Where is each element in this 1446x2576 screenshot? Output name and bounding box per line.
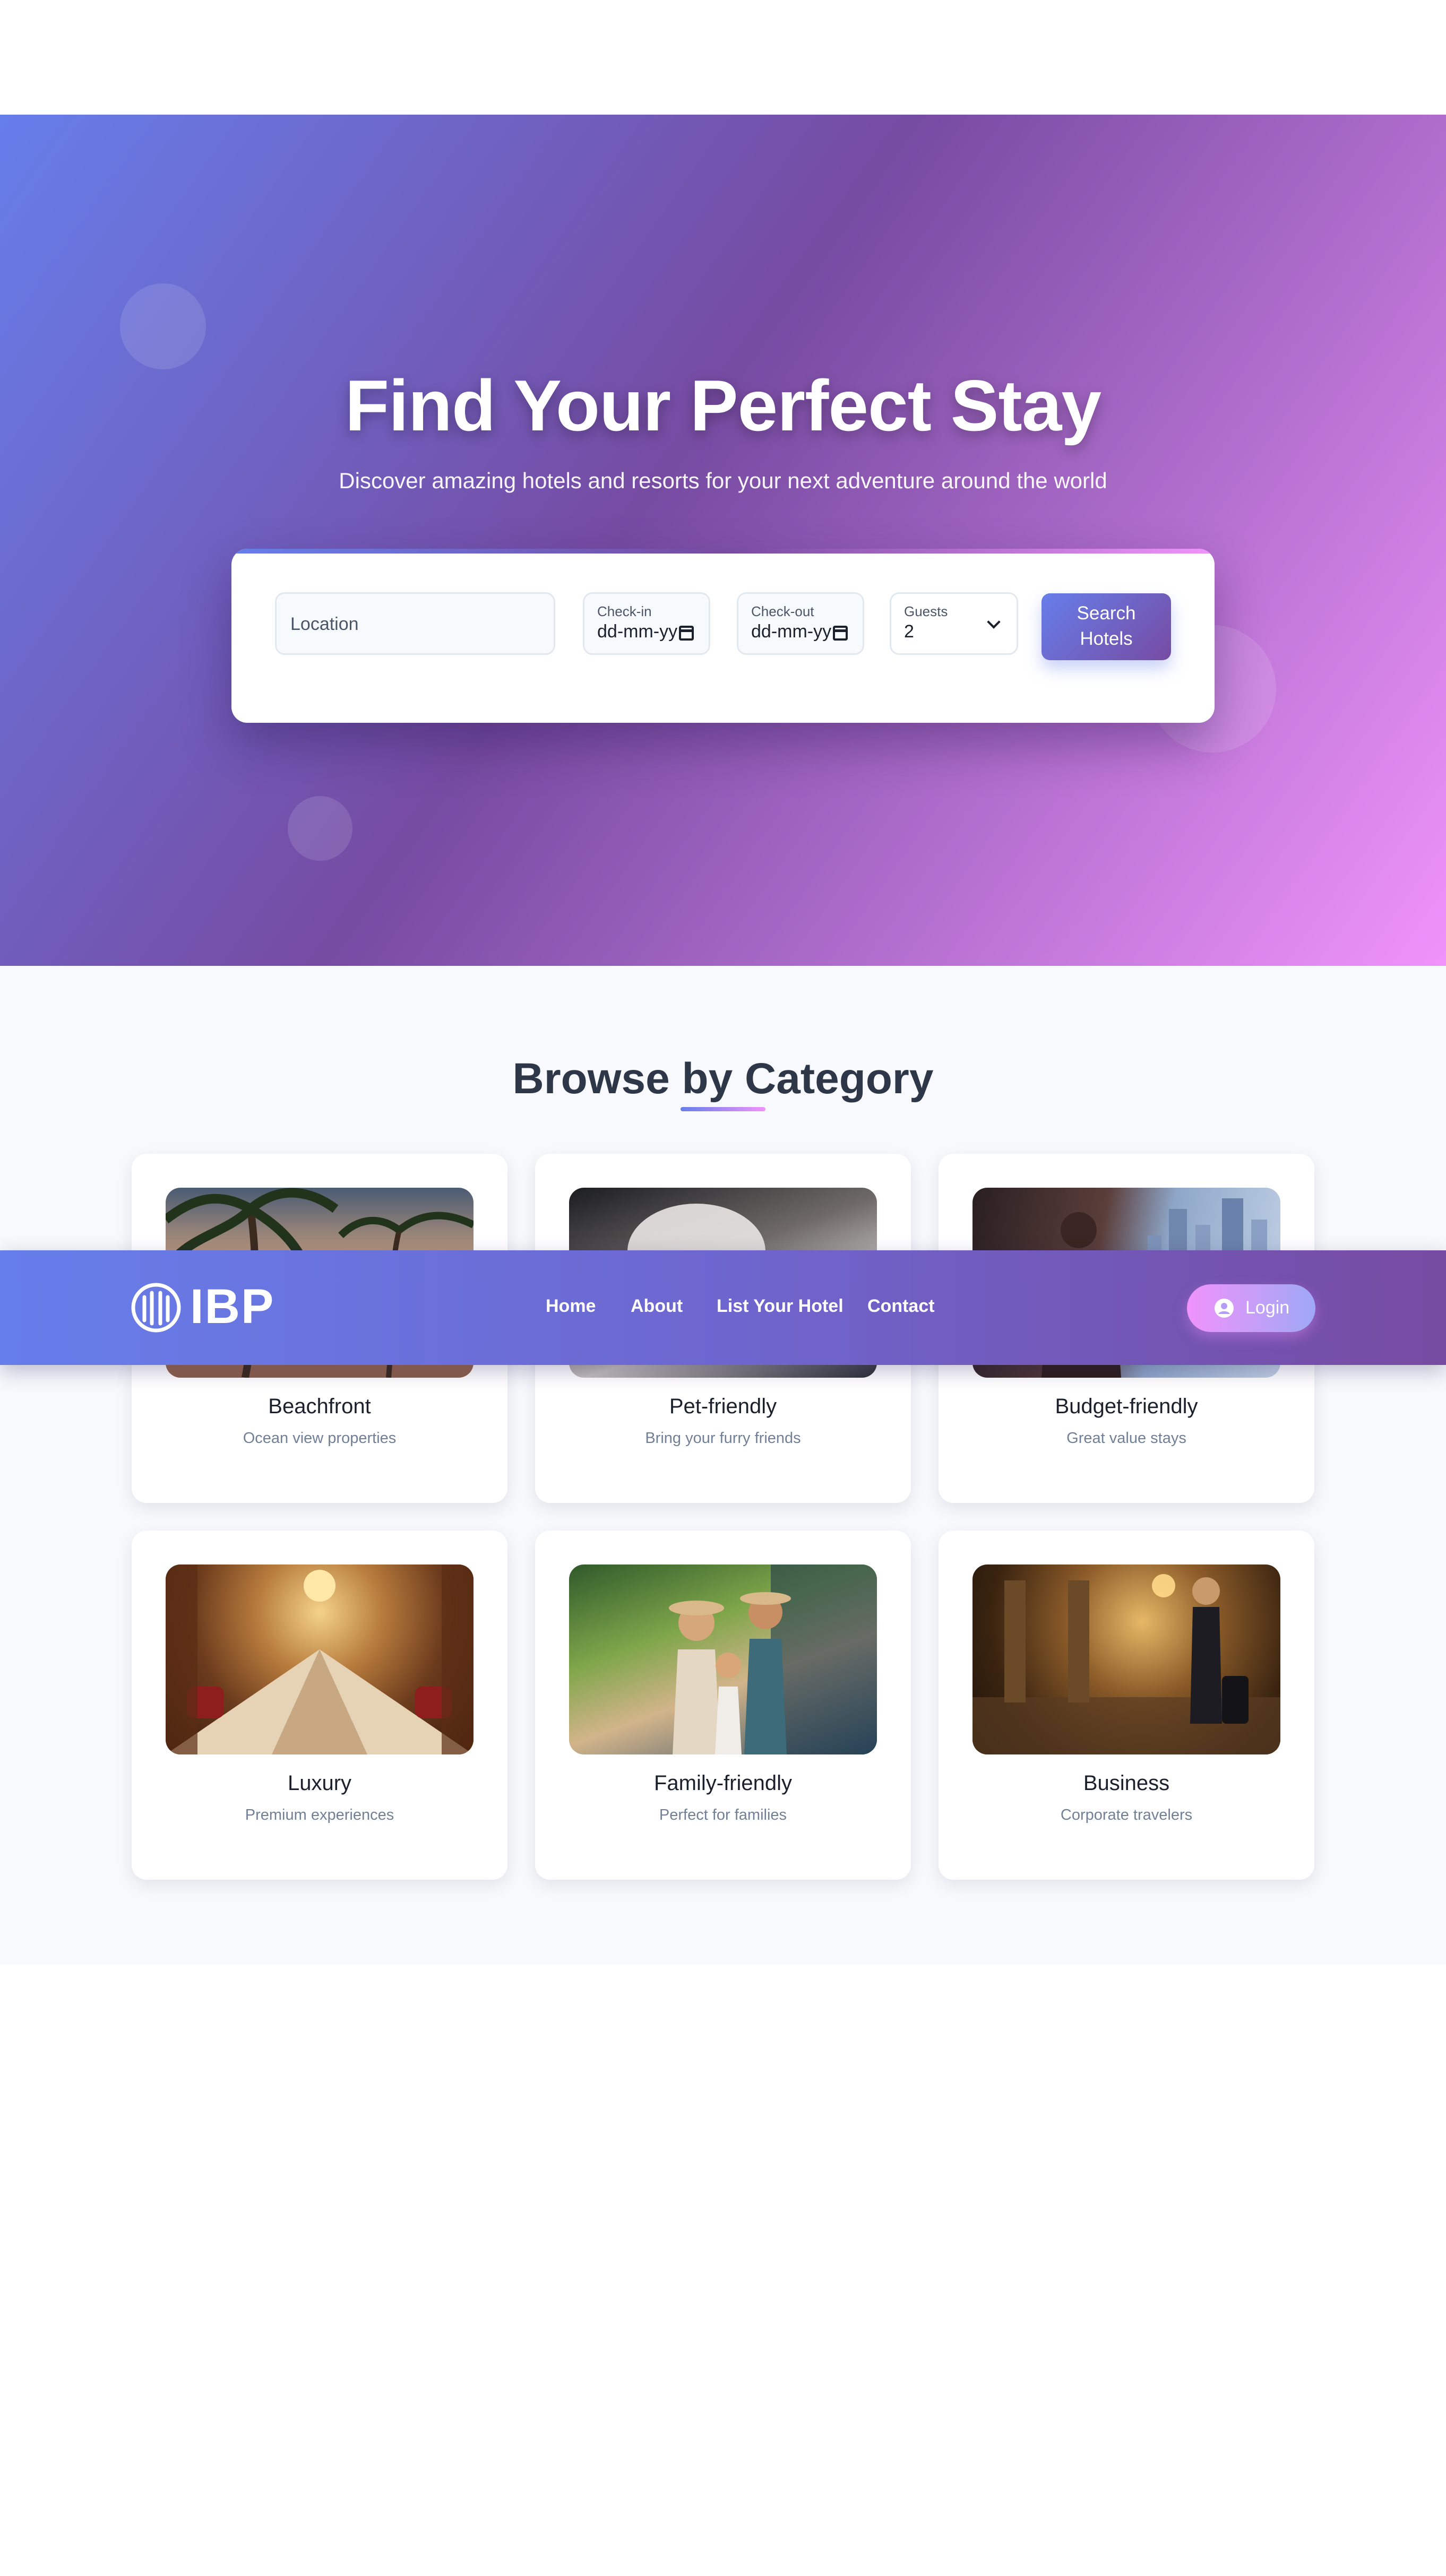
category-card-luxury[interactable]: Luxury Premium experiences bbox=[132, 1531, 507, 1880]
checkin-value: dd-mm-yy bbox=[597, 621, 678, 642]
hero-title: Find Your Perfect Stay bbox=[345, 365, 1101, 446]
category-description: Bring your furry friends bbox=[645, 1430, 801, 1447]
checkout-label: Check-out bbox=[751, 603, 814, 619]
title-underline bbox=[681, 1107, 765, 1111]
category-name: Beachfront bbox=[268, 1395, 371, 1418]
category-description: Great value stays bbox=[1066, 1430, 1186, 1447]
category-name: Luxury bbox=[287, 1771, 352, 1795]
search-hotels-button[interactable]: Search Hotels bbox=[1042, 593, 1171, 660]
ibp-logo-icon[interactable] bbox=[131, 1282, 182, 1333]
logo-text[interactable]: IBP bbox=[190, 1279, 274, 1335]
login-button[interactable]: Login bbox=[1187, 1284, 1315, 1332]
category-name: Business bbox=[1083, 1771, 1170, 1795]
category-name: Family-friendly bbox=[653, 1771, 793, 1795]
guests-select[interactable]: Guests 2 bbox=[890, 592, 1018, 655]
hero-section: Find Your Perfect Stay Discover amazing … bbox=[0, 115, 1446, 966]
search-card: Location Check-in dd-mm-yy Check-out dd-… bbox=[231, 549, 1215, 723]
guests-label: Guests bbox=[904, 603, 948, 619]
chevron-down-icon bbox=[987, 615, 1001, 629]
category-card-family-friendly[interactable]: Family-friendly Perfect for families bbox=[535, 1531, 911, 1880]
nav-link-list-your-hotel[interactable]: List Your Hotel bbox=[717, 1296, 844, 1317]
hero-subtitle: Discover amazing hotels and resorts for … bbox=[339, 468, 1107, 493]
checkin-label: Check-in bbox=[597, 603, 652, 619]
decorative-bubble bbox=[120, 283, 206, 369]
category-description: Perfect for families bbox=[659, 1806, 787, 1823]
section-title: Browse by Category bbox=[512, 1054, 934, 1103]
checkin-date-input[interactable]: Check-in dd-mm-yy bbox=[583, 592, 710, 655]
search-button-line1: Search bbox=[1077, 603, 1136, 624]
decorative-bubble bbox=[288, 796, 352, 861]
calendar-icon[interactable] bbox=[833, 626, 848, 641]
location-input[interactable]: Location bbox=[275, 592, 555, 655]
category-description: Corporate travelers bbox=[1060, 1806, 1193, 1823]
search-button-line2: Hotels bbox=[1080, 628, 1133, 649]
search-card-accent bbox=[231, 549, 1215, 554]
location-placeholder: Location bbox=[290, 614, 359, 634]
nav-link-home[interactable]: Home bbox=[546, 1296, 596, 1317]
business-image bbox=[972, 1564, 1280, 1754]
checkout-date-input[interactable]: Check-out dd-mm-yy bbox=[737, 592, 864, 655]
family-friendly-image bbox=[569, 1564, 877, 1754]
user-circle-icon bbox=[1215, 1299, 1234, 1318]
luxury-image bbox=[166, 1564, 474, 1754]
login-label: Login bbox=[1245, 1298, 1290, 1318]
categories-section: Browse by Category Beachfront Ocean view… bbox=[0, 966, 1446, 1965]
category-description: Ocean view properties bbox=[243, 1430, 397, 1447]
checkout-value: dd-mm-yy bbox=[751, 621, 832, 642]
guests-value: 2 bbox=[904, 621, 914, 642]
category-name: Pet-friendly bbox=[669, 1395, 777, 1418]
category-name: Budget-friendly bbox=[1055, 1395, 1198, 1418]
calendar-icon[interactable] bbox=[679, 626, 694, 641]
category-description: Premium experiences bbox=[245, 1806, 394, 1823]
nav-link-about[interactable]: About bbox=[631, 1296, 683, 1317]
nav-link-contact[interactable]: Contact bbox=[867, 1296, 935, 1317]
navbar: IBP Home About List Your Hotel Contact L… bbox=[0, 1250, 1446, 1365]
category-card-business[interactable]: Business Corporate travelers bbox=[939, 1531, 1314, 1880]
